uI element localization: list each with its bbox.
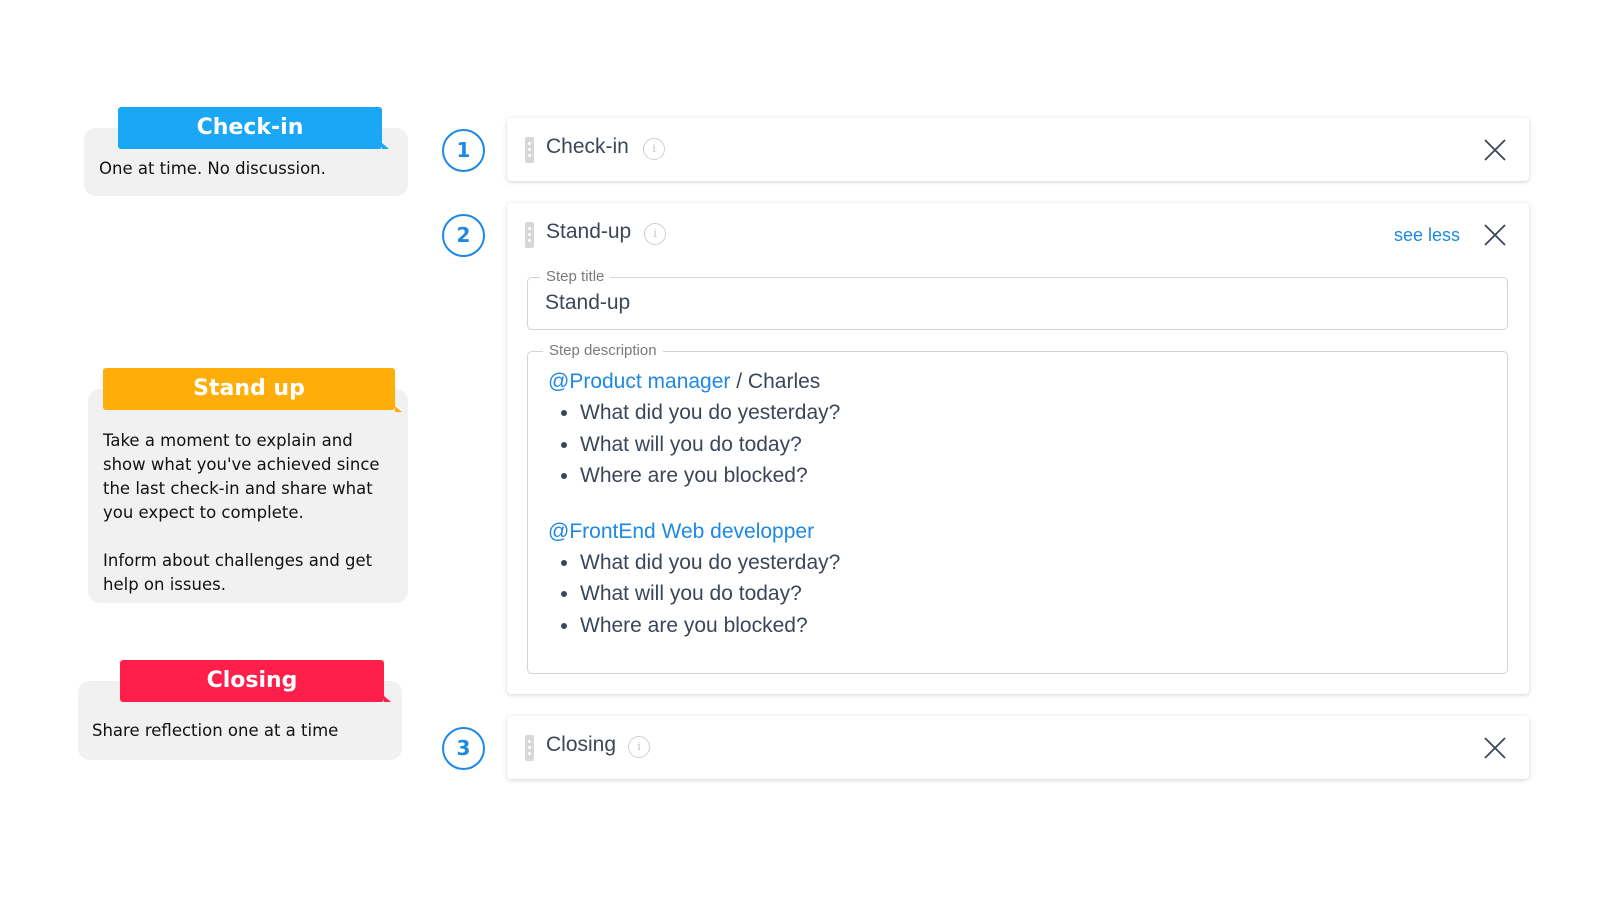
step-description-legend: Step description bbox=[543, 342, 663, 359]
note-closing-tag: Closing bbox=[120, 660, 391, 702]
close-icon[interactable] bbox=[1483, 736, 1507, 760]
step-title-legend: Step title bbox=[540, 268, 611, 285]
list-item: What will you do today? bbox=[580, 429, 840, 461]
step-number-2: 2 bbox=[442, 214, 485, 257]
list-item: What did you do yesterday? bbox=[580, 547, 840, 579]
list-item: Where are you blocked? bbox=[580, 460, 840, 492]
close-icon[interactable] bbox=[1483, 138, 1507, 162]
close-icon[interactable] bbox=[1483, 223, 1507, 247]
drag-handle-icon[interactable] bbox=[525, 137, 534, 163]
note-standup: Stand up Take a moment to explain and sh… bbox=[88, 368, 408, 603]
drag-handle-icon[interactable] bbox=[525, 222, 534, 248]
note-closing: Closing Share reflection one at a time bbox=[78, 660, 402, 760]
note-checkin: Check-in One at time. No discussion. bbox=[84, 107, 408, 196]
see-less-link[interactable]: see less bbox=[1394, 225, 1460, 246]
description-block: @FrontEnd Web developper What did you do… bbox=[548, 516, 840, 642]
step-title[interactable]: Closing bbox=[546, 733, 616, 757]
step-description-content[interactable]: @Product manager / Charles What did you … bbox=[548, 366, 840, 665]
step-title[interactable]: Check-in bbox=[546, 135, 629, 159]
list-item: Where are you blocked? bbox=[580, 610, 840, 642]
step-title[interactable]: Stand-up bbox=[546, 220, 631, 244]
step-number-1: 1 bbox=[442, 129, 485, 172]
info-icon[interactable]: i bbox=[644, 223, 666, 245]
list-item: What did you do yesterday? bbox=[580, 397, 840, 429]
note-checkin-text: One at time. No discussion. bbox=[99, 159, 326, 178]
mention-link[interactable]: @Product manager bbox=[548, 370, 730, 393]
note-checkin-tag: Check-in bbox=[118, 107, 389, 149]
note-closing-text: Share reflection one at a time bbox=[92, 721, 339, 740]
description-block: @Product manager / Charles What did you … bbox=[548, 366, 840, 492]
step-title-field[interactable]: Step title Stand-up bbox=[527, 268, 1508, 330]
mention-suffix: / Charles bbox=[730, 370, 821, 393]
step-description-field[interactable]: Step description @Product manager / Char… bbox=[527, 342, 1508, 674]
info-icon[interactable]: i bbox=[643, 138, 665, 160]
step-card-closing: Closing i bbox=[507, 716, 1529, 779]
list-item: What will you do today? bbox=[580, 578, 840, 610]
note-standup-text: Take a moment to explain and show what y… bbox=[103, 431, 380, 594]
step-card-standup: Stand-up i see less Step title Stand-up … bbox=[507, 203, 1529, 694]
step-title-input[interactable]: Stand-up bbox=[545, 291, 630, 315]
mention-link[interactable]: @FrontEnd Web developper bbox=[548, 520, 814, 543]
note-standup-tag: Stand up bbox=[103, 368, 402, 410]
step-number-3: 3 bbox=[442, 727, 485, 770]
step-card-checkin: Check-in i bbox=[507, 118, 1529, 181]
drag-handle-icon[interactable] bbox=[525, 735, 534, 761]
info-icon[interactable]: i bbox=[628, 736, 650, 758]
